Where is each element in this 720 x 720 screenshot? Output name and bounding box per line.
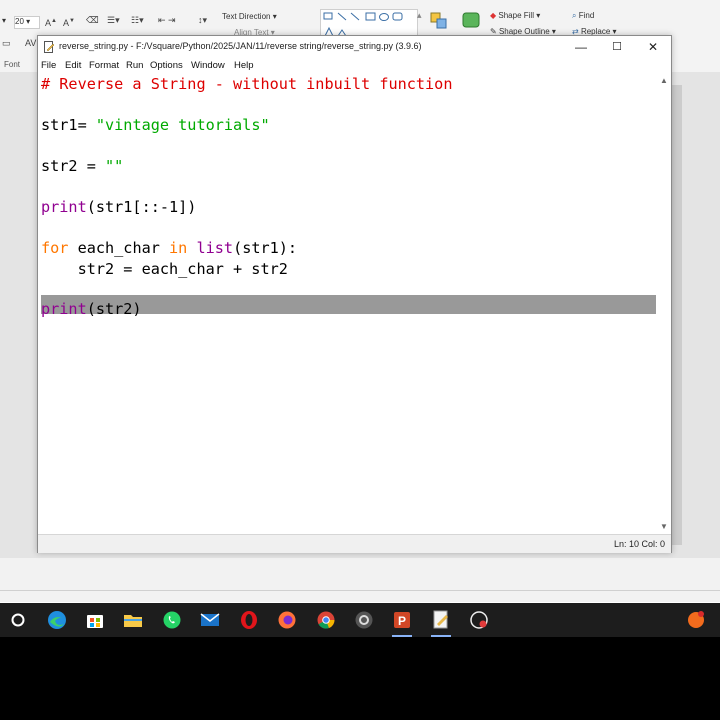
maximize-button[interactable]: ☐ bbox=[599, 36, 635, 58]
chrome-icon[interactable] bbox=[316, 610, 336, 630]
code-line-7: print(str1[::-1]) bbox=[41, 198, 196, 216]
line-spacing-icon[interactable]: ↕▾ bbox=[198, 15, 207, 25]
menu-edit[interactable]: Edit bbox=[65, 60, 81, 71]
powerpoint-status-area bbox=[0, 558, 720, 602]
string-token: "" bbox=[105, 157, 124, 175]
shape-fill-label: Shape Fill bbox=[498, 11, 534, 20]
code-line-1: # Reverse a String - without inbuilt fun… bbox=[41, 75, 452, 93]
code-token: each_char bbox=[68, 239, 170, 257]
font-size-left-fragment[interactable]: ▾ bbox=[2, 16, 6, 26]
builtin-token: print bbox=[41, 300, 87, 318]
scroll-up-icon[interactable]: ▲ bbox=[660, 76, 668, 85]
menu-window[interactable]: Window bbox=[191, 60, 225, 71]
idle-editor-window: reverse_string.py - F:/Vsquare/Python/20… bbox=[37, 35, 672, 553]
find-button[interactable]: ⌕ Find bbox=[572, 11, 594, 21]
shape-fill-icon: ◆ bbox=[490, 11, 497, 20]
menu-options[interactable]: Options bbox=[150, 60, 183, 71]
code-token: (str1[::-1]) bbox=[86, 198, 197, 216]
divider bbox=[0, 590, 720, 591]
code-line-5: str2 = "" bbox=[41, 157, 123, 175]
font-size-box[interactable]: 20 ▾ bbox=[14, 16, 40, 29]
keyword-token: in bbox=[169, 239, 188, 257]
gallery-scroll-icon[interactable]: ▴ bbox=[417, 10, 422, 20]
shrink-font-icon[interactable]: A▼ bbox=[63, 16, 75, 28]
powerpoint-icon[interactable]: P bbox=[392, 610, 412, 630]
code-editor[interactable]: # Reverse a String - without inbuilt fun… bbox=[38, 74, 671, 534]
black-bottom-area bbox=[0, 637, 720, 720]
python-file-icon bbox=[44, 41, 55, 53]
whatsapp-icon[interactable] bbox=[162, 610, 182, 630]
mail-icon[interactable] bbox=[200, 610, 220, 630]
code-line-10: str2 = each_char + str2 bbox=[41, 260, 288, 278]
font-color-icon[interactable]: AV bbox=[25, 38, 36, 48]
code-token: str2 = bbox=[41, 157, 106, 175]
taskbar: P bbox=[0, 603, 720, 637]
font-group-label: Font bbox=[4, 60, 21, 69]
menu-format[interactable]: Format bbox=[89, 60, 119, 71]
shape-fill-button[interactable]: ◆ Shape Fill ▾ bbox=[490, 11, 540, 21]
code-line-3: str1= "vintage tutorials" bbox=[41, 116, 270, 134]
builtin-token: list bbox=[196, 239, 234, 257]
opera-icon[interactable] bbox=[239, 610, 259, 630]
code-token: str1= bbox=[41, 116, 96, 134]
cursor-position: Ln: 10 Col: 0 bbox=[613, 539, 665, 549]
code-line-12: print(str2) bbox=[41, 300, 142, 318]
code-token: (str2) bbox=[86, 300, 142, 318]
clear-format-icon[interactable]: ⌫ bbox=[86, 15, 99, 25]
text-direction-label: Text Direction bbox=[222, 12, 271, 21]
indent-icon[interactable]: ⇤ ⇥ bbox=[158, 15, 176, 25]
minimize-button[interactable]: — bbox=[563, 36, 599, 58]
code-line-9: for each_char in list(str1): bbox=[41, 239, 297, 257]
close-button[interactable]: ✕ bbox=[635, 36, 671, 58]
shapes-icon-set bbox=[323, 12, 403, 37]
ppt-glyph: P bbox=[398, 614, 406, 628]
recorder-icon[interactable] bbox=[469, 610, 489, 630]
idle-editor-icon[interactable] bbox=[431, 610, 451, 630]
settings-app-icon[interactable] bbox=[354, 610, 374, 630]
string-token: "vintage tutorials" bbox=[95, 116, 270, 134]
text-direction-button[interactable]: Text Direction ▾ bbox=[222, 12, 277, 22]
store-icon[interactable] bbox=[85, 610, 105, 630]
builtin-token: print bbox=[41, 198, 87, 216]
find-icon: ⌕ bbox=[572, 11, 577, 20]
code-token: str2 = each_char + str2 bbox=[41, 260, 288, 278]
search-icon[interactable] bbox=[8, 610, 28, 630]
grow-font-icon[interactable]: A▲ bbox=[45, 16, 57, 28]
notification-icon[interactable] bbox=[686, 610, 706, 630]
menu-run[interactable]: Run bbox=[126, 60, 143, 71]
title-bar[interactable]: reverse_string.py - F:/Vsquare/Python/20… bbox=[38, 36, 671, 58]
powerpoint-scrollbar[interactable] bbox=[672, 85, 682, 545]
keyword-token: for bbox=[41, 239, 69, 257]
edge-icon[interactable] bbox=[47, 610, 67, 630]
font-size-value: 20 bbox=[15, 17, 24, 26]
file-explorer-icon[interactable] bbox=[123, 610, 143, 630]
arrange-icon[interactable] bbox=[430, 12, 448, 30]
code-token: (str1): bbox=[233, 239, 298, 257]
firefox-icon[interactable] bbox=[277, 610, 297, 630]
status-bar: Ln: 10 Col: 0 bbox=[38, 534, 671, 553]
find-label: Find bbox=[578, 11, 595, 20]
window-title: reverse_string.py - F:/Vsquare/Python/20… bbox=[59, 41, 422, 51]
numbering-icon[interactable]: ☷▾ bbox=[131, 15, 144, 25]
vertical-scrollbar[interactable]: ▲ ▼ bbox=[658, 74, 671, 534]
comment-token: # Reverse a String - without inbuilt fun… bbox=[41, 75, 453, 93]
menu-help[interactable]: Help bbox=[234, 60, 254, 71]
scroll-down-icon[interactable]: ▼ bbox=[660, 522, 668, 531]
menu-file[interactable]: File bbox=[41, 60, 56, 71]
paste-icon[interactable]: ▭ bbox=[2, 38, 11, 48]
menu-bar: File Edit Format Run Options Window Help bbox=[38, 58, 671, 74]
bullets-icon[interactable]: ☰▾ bbox=[107, 15, 120, 25]
quick-styles-icon[interactable] bbox=[462, 11, 480, 29]
